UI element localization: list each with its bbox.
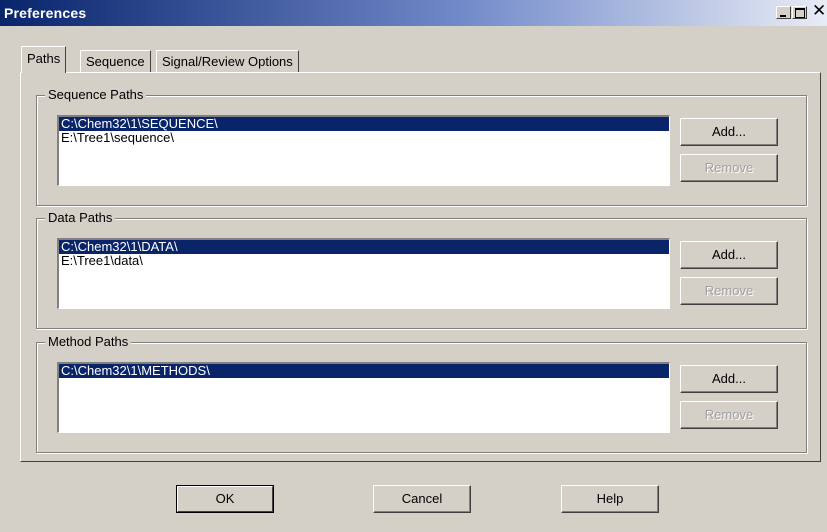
list-item[interactable]: E:\Tree1\data\ bbox=[59, 254, 669, 268]
minimize-icon bbox=[780, 15, 786, 17]
cancel-button[interactable]: Cancel bbox=[373, 485, 471, 513]
minimize-button[interactable] bbox=[776, 6, 791, 19]
method-paths-group: Method Paths C:\Chem32\1\METHODS\ Add...… bbox=[36, 334, 807, 453]
tab-sequence[interactable]: Sequence bbox=[80, 50, 151, 72]
maximize-button[interactable] bbox=[792, 6, 807, 19]
title-bar[interactable]: Preferences ✕ bbox=[0, 0, 827, 26]
help-button[interactable]: Help bbox=[561, 485, 659, 513]
add-data-path-button[interactable]: Add... bbox=[680, 241, 778, 269]
window-title: Preferences bbox=[4, 5, 87, 21]
method-paths-list[interactable]: C:\Chem32\1\METHODS\ bbox=[57, 362, 670, 433]
sequence-paths-group: Sequence Paths C:\Chem32\1\SEQUENCE\ E:\… bbox=[36, 87, 807, 206]
ok-button-label: OK bbox=[215, 491, 235, 506]
data-paths-group: Data Paths C:\Chem32\1\DATA\ E:\Tree1\da… bbox=[36, 210, 807, 329]
list-item[interactable]: C:\Chem32\1\SEQUENCE\ bbox=[59, 117, 669, 131]
group-legend: Data Paths bbox=[45, 210, 116, 226]
sequence-paths-list[interactable]: C:\Chem32\1\SEQUENCE\ E:\Tree1\sequence\ bbox=[57, 115, 670, 186]
group-legend: Sequence Paths bbox=[45, 87, 147, 103]
group-legend: Method Paths bbox=[45, 334, 132, 350]
remove-method-path-button[interactable]: Remove bbox=[680, 401, 778, 429]
list-item[interactable]: C:\Chem32\1\METHODS\ bbox=[59, 364, 669, 378]
close-icon[interactable]: ✕ bbox=[812, 2, 826, 19]
data-paths-list[interactable]: C:\Chem32\1\DATA\ E:\Tree1\data\ bbox=[57, 238, 670, 309]
maximize-icon bbox=[795, 8, 805, 18]
list-item[interactable]: C:\Chem32\1\DATA\ bbox=[59, 240, 669, 254]
remove-sequence-path-button[interactable]: Remove bbox=[680, 154, 778, 182]
add-sequence-path-button[interactable]: Add... bbox=[680, 118, 778, 146]
tab-paths[interactable]: Paths bbox=[21, 46, 67, 73]
remove-data-path-button[interactable]: Remove bbox=[680, 277, 778, 305]
tab-signal-review-options[interactable]: Signal/Review Options bbox=[156, 50, 299, 72]
add-method-path-button[interactable]: Add... bbox=[680, 365, 778, 393]
ok-button[interactable]: OK bbox=[176, 485, 274, 513]
list-item[interactable]: E:\Tree1\sequence\ bbox=[59, 131, 669, 145]
preferences-window: Preferences ✕ Paths Sequence Signal/Revi… bbox=[0, 0, 827, 532]
